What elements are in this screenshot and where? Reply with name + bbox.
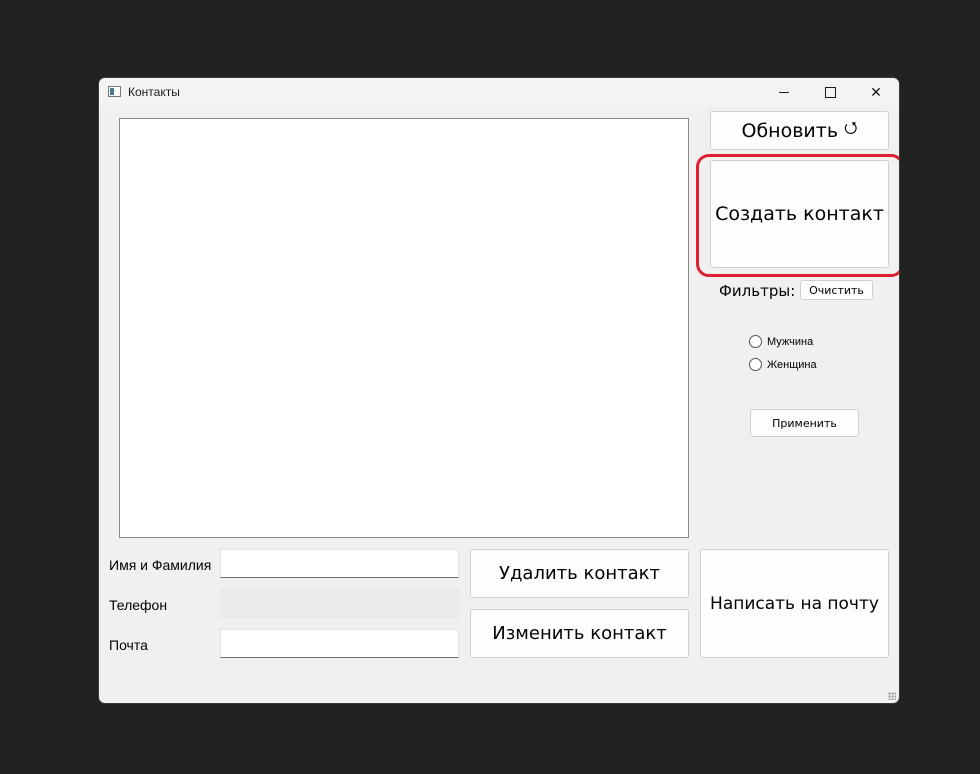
radio-male-label: Мужчина xyxy=(767,335,814,348)
radio-male[interactable]: Мужчина xyxy=(749,335,813,348)
radio-female[interactable]: Женщина xyxy=(749,358,817,371)
email-label: Почта xyxy=(109,637,148,653)
clear-filters-button[interactable]: Очистить xyxy=(800,280,873,300)
window-title: Контакты xyxy=(128,85,180,99)
phone-field[interactable] xyxy=(220,589,459,618)
highlight-box xyxy=(696,154,899,277)
email-field[interactable] xyxy=(220,629,459,658)
refresh-button[interactable]: Обновить ⭯ xyxy=(710,111,889,150)
apply-filters-button[interactable]: Применить xyxy=(750,409,859,437)
refresh-icon: ⭯ xyxy=(844,118,858,137)
app-icon xyxy=(108,86,121,97)
minimize-button[interactable] xyxy=(761,78,807,106)
minimize-icon xyxy=(779,91,789,93)
close-button[interactable]: ✕ xyxy=(853,78,899,106)
radio-circle[interactable] xyxy=(749,335,762,348)
phone-label: Телефон xyxy=(109,597,168,613)
maximize-icon xyxy=(824,86,836,98)
edit-contact-button[interactable]: Изменить контакт xyxy=(470,609,689,658)
name-field[interactable] xyxy=(220,549,459,578)
name-label: Имя и Фамилия xyxy=(109,557,212,573)
contacts-window: Контакты ✕ Обновить ⭯ Создать контакт Фи… xyxy=(99,78,899,703)
radio-female-label: Женщина xyxy=(767,358,817,371)
resize-grip[interactable] xyxy=(888,692,896,700)
radio-circle[interactable] xyxy=(749,358,762,371)
maximize-button[interactable] xyxy=(807,78,853,106)
filters-label: Фильтры: xyxy=(719,282,796,300)
refresh-button-label: Обновить xyxy=(741,119,839,142)
send-email-button[interactable]: Написать на почту xyxy=(700,549,889,658)
delete-contact-button[interactable]: Удалить контакт xyxy=(470,549,689,598)
close-icon: ✕ xyxy=(870,83,882,100)
contact-list[interactable] xyxy=(119,118,689,538)
title-bar: Контакты ✕ xyxy=(99,78,899,106)
